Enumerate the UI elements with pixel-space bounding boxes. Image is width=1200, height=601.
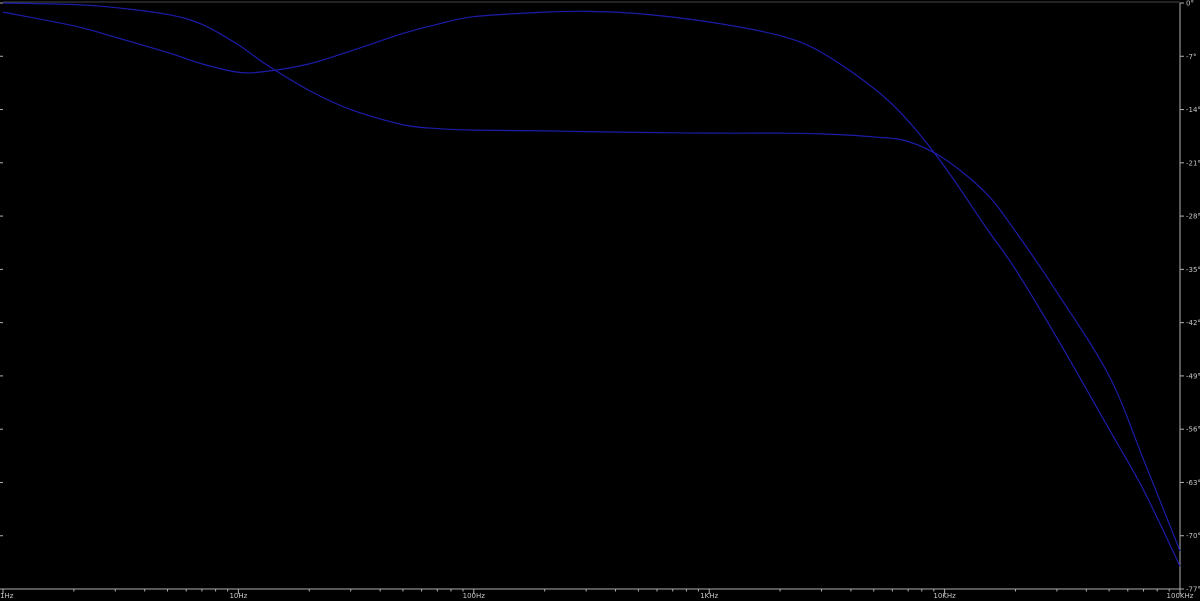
- axes: [0, 1, 1184, 594]
- y-tick-label: -28°: [1186, 213, 1200, 221]
- x-tick-labels: 1Hz 10Hz 100Hz 1KHz 10KHz 100KHz: [0, 592, 1194, 600]
- series-lines: [2, 2, 1181, 567]
- x-tick-label: 1KHz: [700, 592, 718, 600]
- y-tick-label: -56°: [1186, 426, 1200, 434]
- y-tick-label: -42°: [1186, 319, 1200, 327]
- y-tick-label: -49°: [1186, 372, 1200, 380]
- series-line-2: [2, 10, 1181, 567]
- x-tick-label: 10KHz: [933, 592, 956, 600]
- y-tick-labels: 0° -7° -14° -21° -28° -35° -42° -49° -56° -63° -70…: [1186, 0, 1200, 594]
- y-tick-label: -7°: [1186, 53, 1196, 61]
- phase-chart: 0° -7° -14° -21° -28° -35° -42° -49° -56° -63° -70…: [0, 0, 1200, 600]
- y-tick-label: 0°: [1186, 0, 1194, 8]
- y-tick-label: -35°: [1186, 266, 1200, 274]
- x-tick-label: 10Hz: [229, 592, 247, 600]
- y-tick-label: -70°: [1186, 532, 1200, 540]
- y-tick-label: -21°: [1186, 159, 1200, 167]
- x-tick-label: 100KHz: [1167, 592, 1194, 600]
- x-tick-label: 100Hz: [463, 592, 486, 600]
- y-tick-label: -14°: [1186, 106, 1200, 114]
- y-tick-label: -63°: [1186, 479, 1200, 487]
- series-line-1: [2, 2, 1181, 552]
- x-tick-label: 1Hz: [0, 592, 14, 600]
